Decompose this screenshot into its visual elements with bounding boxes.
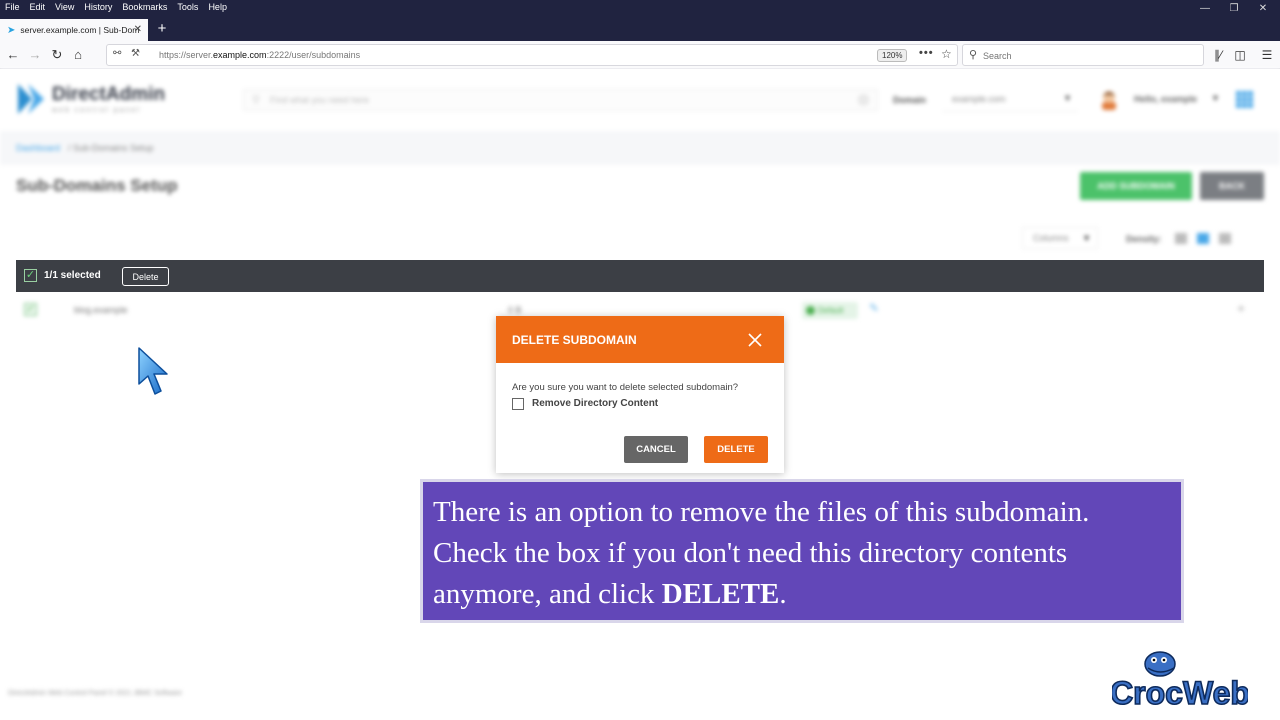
selection-bar: ✓ 1/1 selected Delete (16, 260, 1264, 292)
page-title: Sub-Domains Setup (16, 176, 178, 195)
page-viewport: DirectAdmin web control panel ⚲ Find wha… (0, 69, 1280, 720)
page-actions-icon[interactable]: ••• (919, 47, 934, 59)
expand-plus-icon[interactable]: + (1237, 300, 1245, 316)
footer-copyright: DirectAdmin Web Control Panel © 2021 JBM… (8, 690, 182, 697)
chevron-down-icon[interactable]: ▼ (1211, 93, 1220, 103)
cancel-button[interactable]: CANCEL (624, 436, 688, 463)
select-all-checkbox[interactable]: ✓ (24, 269, 37, 282)
breadcrumb-current: / Sub-Domains Setup (68, 143, 154, 153)
breadcrumb: Dashboard / Sub-Domains Setup (0, 131, 1280, 165)
status-badge: Default (802, 302, 858, 319)
domain-select[interactable]: example.com ▼ (942, 88, 1078, 112)
user-greeting[interactable]: Hello, example (1134, 94, 1197, 104)
browser-menubar: File Edit View History Bookmarks Tools H… (0, 0, 1280, 14)
da-header: DirectAdmin web control panel ⚲ Find wha… (0, 69, 1280, 131)
chevron-down-icon: ▼ (1082, 233, 1091, 243)
directadmin-logo-icon (18, 84, 44, 114)
mouse-cursor-icon (138, 347, 168, 395)
selection-count: 1/1 selected (44, 270, 101, 281)
menu-file[interactable]: File (0, 0, 25, 14)
back-button[interactable]: BACK (1200, 172, 1264, 200)
confirm-delete-button[interactable]: DELETE (704, 436, 768, 463)
directadmin-favicon-icon: ➤ (7, 24, 16, 36)
home-icon[interactable]: ⌂ (69, 46, 87, 64)
apps-grid-icon[interactable] (1236, 91, 1253, 108)
search-icon: ⚲ (252, 94, 261, 106)
forward-arrow-icon[interactable]: → (26, 46, 44, 64)
close-icon[interactable] (746, 331, 764, 349)
caption-line-2: Check the box if you don't need this dir… (433, 537, 1068, 569)
back-arrow-icon[interactable]: ← (4, 46, 22, 64)
subdomain-size: 0 B (508, 305, 522, 315)
dialog-title: DELETE SUBDOMAIN (512, 333, 637, 347)
browser-search-input[interactable] (983, 49, 1183, 62)
caption-line-3: anymore, and click DELETE. (433, 578, 787, 610)
logo-name: DirectAdmin (52, 84, 165, 105)
tab-title: server.example.com | Sub-Dom (20, 25, 140, 35)
watermark-text: CrocWeb (1112, 675, 1248, 711)
remove-directory-checkbox[interactable] (512, 398, 524, 410)
columns-dropdown[interactable]: Columns ▼ (1022, 227, 1098, 249)
close-tab-icon[interactable]: ✕ (134, 24, 142, 35)
library-icon[interactable]: ∥⁄ (1209, 46, 1227, 64)
reload-icon[interactable]: ↻ (48, 46, 66, 64)
tutorial-caption: There is an option to remove the files o… (420, 479, 1184, 623)
url-text: https://server.example.com:2222/user/sub… (159, 50, 361, 60)
breadcrumb-home-link[interactable]: Dashboard (16, 143, 60, 153)
lock-icon[interactable]: ⚒ (131, 48, 140, 59)
delete-subdomain-dialog: DELETE SUBDOMAIN Are you sure you want t… (496, 316, 784, 473)
browser-navbar: ← → ↻ ⌂ ⚯ ⚒ https://server.example.com:2… (0, 41, 1280, 69)
menu-view[interactable]: View (50, 0, 79, 14)
logo-tagline: web control panel (52, 107, 141, 114)
density-normal-icon[interactable] (1197, 233, 1209, 244)
browser-tab[interactable]: ➤ server.example.com | Sub-Dom ✕ (0, 19, 148, 41)
density-compact-icon[interactable] (1175, 233, 1187, 244)
zoom-level-badge[interactable]: 120% (877, 49, 908, 62)
remove-directory-label[interactable]: Remove Directory Content (532, 398, 658, 409)
shield-icon[interactable]: ⚯ (113, 48, 121, 59)
density-wide-icon[interactable] (1219, 233, 1231, 244)
row-checkbox[interactable]: ✓ (24, 303, 37, 316)
search-icon: ⚲ (969, 49, 978, 61)
chevron-down-icon: ▼ (1063, 93, 1072, 103)
density-label: Density: (1126, 234, 1162, 244)
crocweb-watermark-logo: CrocWeb (1112, 651, 1248, 712)
da-search-box[interactable]: ⚲ Find what you need here ⨂ (243, 89, 878, 111)
avatar[interactable] (1099, 88, 1119, 110)
domain-label: Domain (893, 95, 927, 105)
sidebar-icon[interactable]: ◫ (1231, 46, 1249, 64)
add-subdomain-button[interactable]: ADD SUBDOMAIN (1080, 172, 1192, 200)
menu-bookmarks[interactable]: Bookmarks (117, 0, 172, 14)
menu-history[interactable]: History (79, 0, 117, 14)
bulk-delete-button[interactable]: Delete (122, 267, 169, 286)
bookmark-star-icon[interactable]: ☆ (941, 47, 952, 61)
new-tab-plus-icon[interactable]: + (153, 19, 171, 39)
edit-pencil-icon[interactable]: ✎ (869, 301, 879, 315)
hamburger-menu-icon[interactable]: ☰ (1258, 46, 1276, 64)
dialog-header: DELETE SUBDOMAIN (496, 316, 784, 363)
url-bar[interactable]: ⚯ ⚒ https://server.example.com:2222/user… (106, 44, 958, 66)
tab-strip: ➤ server.example.com | Sub-Dom ✕ + (0, 14, 1280, 41)
menu-edit[interactable]: Edit (25, 0, 51, 14)
menu-help[interactable]: Help (203, 0, 232, 14)
columns-label: Columns (1033, 233, 1069, 243)
domain-value: example.com (952, 94, 1006, 104)
da-search-placeholder: Find what you need here (270, 95, 370, 105)
clear-search-icon[interactable]: ⨂ (858, 93, 869, 106)
subdomain-name[interactable]: blog.example (74, 305, 128, 315)
dialog-message: Are you sure you want to delete selected… (512, 382, 739, 393)
menu-tools[interactable]: Tools (172, 0, 203, 14)
browser-search-bar[interactable]: ⚲ (962, 44, 1204, 66)
caption-line-1: There is an option to remove the files o… (433, 496, 1090, 528)
